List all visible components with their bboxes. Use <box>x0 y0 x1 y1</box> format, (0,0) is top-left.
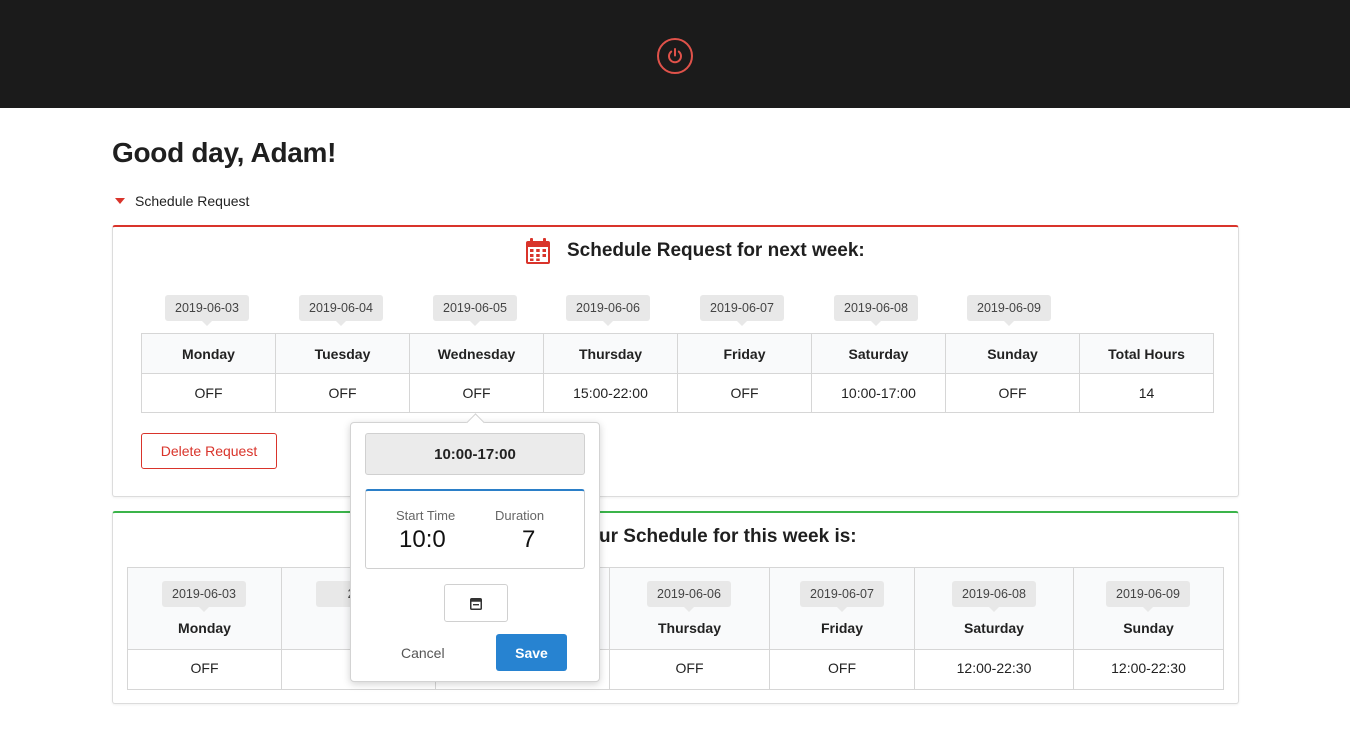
shift-cell[interactable]: 10:00-17:00 <box>811 373 946 413</box>
caret-down-icon <box>115 198 125 204</box>
date-tag: 2019-06-08 <box>834 295 918 326</box>
schedule-column: 2019-06-03 Monday OFF <box>128 568 282 689</box>
top-bar <box>0 0 1350 108</box>
shift-picker-popup: 10:00-17:00 Start Time 10:0 Duration 7 C… <box>350 422 600 682</box>
date-tag: 2019-06-04 <box>299 295 383 326</box>
column-header: Tuesday <box>275 333 410 374</box>
duration-input[interactable]: 7 <box>522 526 535 554</box>
table-row: OFF OFF OFF 15:00-22:00 OFF 10:00-17:00 … <box>141 373 1214 413</box>
date-tag: 2019-06-05 <box>433 295 517 326</box>
day-label: Thursday <box>657 620 721 636</box>
shift-cell[interactable]: OFF <box>141 373 276 413</box>
current-schedule-card: ur Schedule for this week is: 2019-06-03… <box>112 511 1239 704</box>
day-label: Monday <box>178 620 231 636</box>
column-header: Saturday <box>811 333 946 374</box>
column-header: Sunday <box>945 333 1080 374</box>
schedule-column: 2019-06-07 Friday OFF <box>770 568 915 689</box>
date-tag: 2019-06-09 <box>1106 581 1190 612</box>
greeting-heading: Good day, Adam! <box>112 137 337 168</box>
shift-cell[interactable]: OFF <box>275 373 410 413</box>
save-button[interactable]: Save <box>496 634 567 671</box>
cancel-button[interactable]: Cancel <box>401 645 445 661</box>
column-header: Total Hours <box>1079 333 1214 374</box>
schedule-column: 2019-06-08 Saturday 12:00-22:30 <box>915 568 1074 689</box>
accordion-label: Schedule Request <box>135 193 250 209</box>
day-label: Saturday <box>964 620 1024 636</box>
shift-value: OFF <box>828 660 856 676</box>
date-tag: 2019-06-06 <box>647 581 731 612</box>
shift-value: OFF <box>675 660 704 676</box>
date-tag: 2019-06-03 <box>162 581 246 612</box>
date-tag: 2019-06-07 <box>700 295 784 326</box>
start-time-input[interactable]: 10:0 <box>399 526 446 554</box>
calendar-small-icon <box>470 598 482 610</box>
time-picker: Start Time 10:0 Duration 7 <box>365 489 585 569</box>
request-table: Monday Tuesday Wednesday Thursday Friday… <box>141 333 1214 413</box>
column-header: Friday <box>677 333 812 374</box>
day-label: Sunday <box>1123 620 1174 636</box>
duration-label: Duration <box>495 508 545 523</box>
shift-cell[interactable]: OFF <box>677 373 812 413</box>
column-header: Wednesday <box>409 333 544 374</box>
date-tag: 2019-06-09 <box>967 295 1051 326</box>
column-header: Monday <box>141 333 276 374</box>
schedule-card-title: ur Schedule for this week is: <box>599 526 857 547</box>
power-button[interactable] <box>657 38 693 74</box>
power-icon <box>668 48 682 64</box>
shift-cell[interactable]: OFF <box>945 373 1080 413</box>
schedule-request-card: Schedule Request for next week: 2019-06-… <box>112 225 1239 497</box>
date-tag: 2019-06-08 <box>952 581 1036 612</box>
shift-cell[interactable]: OFF <box>409 373 544 413</box>
schedule-request-toggle[interactable]: Schedule Request <box>115 192 249 210</box>
table-header-row: Monday Tuesday Wednesday Thursday Friday… <box>141 333 1214 374</box>
column-header: Thursday <box>543 333 678 374</box>
shift-value: 12:00-22:30 <box>1111 660 1186 676</box>
schedule-column: 2019-06-09 Sunday 12:00-22:30 <box>1074 568 1223 689</box>
total-hours-cell: 14 <box>1079 373 1214 413</box>
delete-request-button[interactable]: Delete Request <box>141 433 277 469</box>
calendar-button[interactable] <box>444 584 508 622</box>
date-tag: 2019-06-06 <box>566 295 650 326</box>
start-time-label: Start Time <box>396 508 456 523</box>
date-tag: 2019-06-03 <box>165 295 249 326</box>
calendar-icon <box>526 238 550 264</box>
shift-value: OFF <box>190 660 219 676</box>
date-tag: 2019-06-07 <box>800 581 884 612</box>
shift-value: 12:00-22:30 <box>956 660 1032 676</box>
day-label: Friday <box>820 620 863 636</box>
shift-cell[interactable]: 15:00-22:00 <box>543 373 678 413</box>
schedule-table: 2019-06-03 Monday OFF 201 Tu O 2019-06-0… <box>127 567 1224 690</box>
preset-shift-button[interactable]: 10:00-17:00 <box>365 433 585 475</box>
request-card-title: Schedule Request for next week: <box>567 240 865 261</box>
schedule-column: 2019-06-06 Thursday OFF <box>610 568 770 689</box>
